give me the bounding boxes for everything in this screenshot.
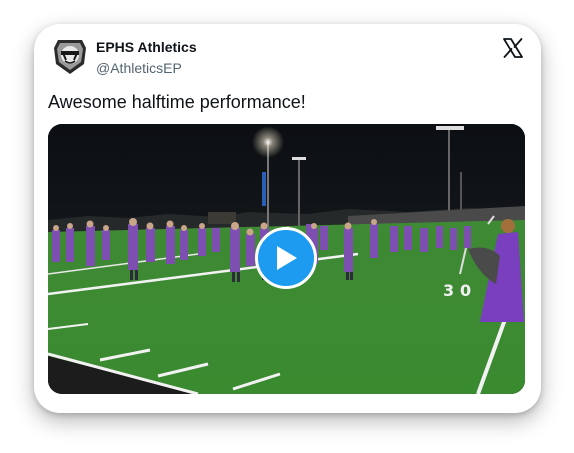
x-logo-icon[interactable]: [501, 36, 525, 60]
svg-text:3: 3: [443, 281, 454, 300]
video-thumbnail[interactable]: 3 0: [48, 124, 525, 394]
author-handle[interactable]: @AthleticsEP: [96, 60, 197, 77]
page: EPHS Athletics @AthleticsEP Awesome half…: [0, 0, 574, 453]
play-icon: [277, 246, 297, 270]
raider-shield-icon: [54, 40, 86, 74]
play-button[interactable]: [255, 227, 317, 289]
author-block: EPHS Athletics @AthleticsEP: [96, 39, 197, 77]
avatar[interactable]: [50, 36, 90, 76]
tweet-card[interactable]: EPHS Athletics @AthleticsEP Awesome half…: [34, 24, 541, 413]
svg-text:0: 0: [460, 281, 471, 300]
tweet-text: Awesome halftime performance!: [48, 92, 306, 112]
author-display-name[interactable]: EPHS Athletics: [96, 39, 197, 56]
